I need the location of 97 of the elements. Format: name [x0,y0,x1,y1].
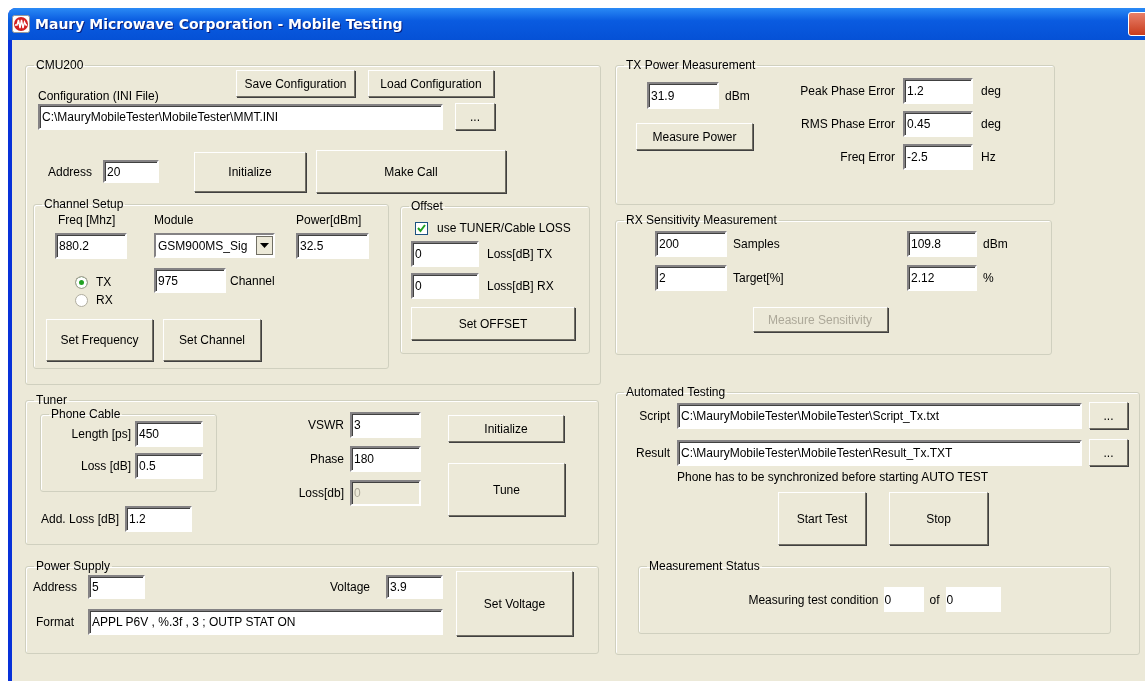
field-label: of [929,592,940,607]
field-label: Samples [733,237,781,251]
result-field[interactable]: 2.12 [907,265,977,291]
browse-button[interactable]: ... [455,103,495,130]
reading-field[interactable]: -2.5 [903,144,973,170]
field-label: Freq [Mhz] [58,213,117,227]
group-title: Channel Setup [44,197,124,211]
result-field[interactable]: 109.8 [907,231,977,257]
field-label: Voltage [330,580,372,594]
field-label: Loss[dB] RX [487,279,554,293]
field-label: Result [635,445,670,460]
status-field[interactable]: 0 [883,587,924,612]
radio-button[interactable] [75,293,88,307]
file-path-field[interactable]: C:\MauryMobileTester\MobileTester\Result_Tx.TXT [677,439,1082,466]
input-field[interactable]: 2 [655,265,727,291]
field-label: Power[dBm] [296,213,363,227]
unit-label: dBm [725,88,750,103]
set-frequency-button[interactable]: Set Frequency [46,319,153,361]
field-label: Length [ps] [70,427,131,441]
channel-field[interactable]: 975 [154,268,226,293]
field-label: Add. Loss [dB] [41,512,120,526]
close-button[interactable] [1128,12,1145,36]
loss-tx-field[interactable]: 0 [411,241,479,267]
field-label: Channel [230,273,275,288]
format-field[interactable]: APPL P6V , %.3f , 3 ; OUTP STAT ON [88,609,443,635]
set-channel-button[interactable]: Set Channel [163,319,261,361]
app-logo-icon [12,15,30,33]
vswr-field[interactable]: 3 [350,412,421,438]
loss-rx-field[interactable]: 0 [411,273,479,299]
length-field[interactable]: 450 [135,421,203,447]
set-offset-button[interactable]: Set OFFSET [411,307,575,340]
checkbox-label: use TUNER/Cable LOSS [437,221,571,235]
field-label: Script [638,408,670,423]
unit-label: % [983,271,994,285]
radio-label: TX [96,275,112,289]
field-label: Loss [dB] [79,459,131,473]
make-call-button[interactable]: Make Call [316,150,506,193]
browse-button[interactable]: ... [1089,402,1128,429]
save-configuration-button[interactable]: Save Configuration [236,70,355,97]
unit-label: dBm [983,237,1008,251]
cable-loss-field[interactable]: 0.5 [135,453,203,479]
phase-field[interactable]: 180 [350,446,421,472]
stop-button[interactable]: Stop [889,492,988,545]
reading-field[interactable]: 1.2 [903,78,973,104]
measure-power-button[interactable]: Measure Power [636,123,753,150]
checkbox[interactable] [415,221,428,235]
group-title: Offset [411,199,443,213]
note-text: Phone has to be synchronized before starting AUTO TEST [677,470,990,484]
field-label: Freq Error [839,150,895,164]
window-title: Maury Microwave Corporation - Mobile Testing [35,16,404,32]
field-label: Peak Phase Error [799,84,895,98]
set-voltage-button[interactable]: Set Voltage [456,571,573,636]
reading-field[interactable]: 0.45 [903,111,973,137]
group-title: CMU200 [36,58,84,72]
module-dropdown[interactable]: GSM900MS_Sig [154,233,275,258]
field-label: Target[%] [733,271,785,285]
initialize-button[interactable]: Initialize [194,151,306,192]
freq-field[interactable]: 880.2 [55,233,127,259]
file-path-field[interactable]: C:\MauryMobileTester\MobileTester\Script_Tx.txt [677,402,1082,429]
radio-label: RX [96,293,113,307]
field-label: Loss[dB] TX [487,247,553,261]
power-field[interactable]: 32.5 [296,233,369,259]
add-loss-field[interactable]: 1.2 [125,506,193,532]
group-title: Power Supply [36,559,111,573]
field-label: Phase [308,452,344,466]
field-label: Address [33,580,79,594]
load-configuration-button[interactable]: Load Configuration [368,70,494,97]
group-title: Tuner [36,393,67,407]
address-field[interactable]: 5 [88,575,145,599]
voltage-field[interactable]: 3.9 [386,575,443,599]
field-label: Module [154,213,195,227]
tune-button[interactable]: Tune [448,463,565,516]
status-label: Measuring test condition [748,592,879,607]
config-path-field[interactable]: C:\MauryMobileTester\MobileTester\MMT.INI [38,103,443,130]
group-title: TX Power Measurement [626,58,756,72]
status-field[interactable]: 0 [945,587,1001,612]
field-label: Address [48,164,94,179]
tuner-initialize-button[interactable]: Initialize [448,415,564,442]
field-label: Configuration (INI File) [38,89,160,103]
caret-icon [256,236,273,255]
field-label: Format [35,615,75,629]
start-test-button[interactable]: Start Test [778,492,866,545]
unit-label: deg [981,84,1002,98]
group-title: Phone Cable [51,407,121,421]
group-title: Measurement Status [649,559,760,573]
radio-button[interactable] [75,275,88,289]
unit-label: deg [981,117,1002,131]
group-title: RX Sensitivity Measurement [626,213,777,227]
field-label: RMS Phase Error [799,117,895,131]
group-title: Automated Testing [626,385,726,399]
address-field[interactable]: 20 [103,160,159,183]
input-field[interactable]: 200 [655,231,727,257]
browse-button[interactable]: ... [1089,439,1128,466]
field-label: Loss[db] [297,486,344,500]
unit-label: Hz [981,150,996,164]
power-reading-field[interactable]: 31.9 [647,82,719,109]
field-label: VSWR [307,418,344,432]
